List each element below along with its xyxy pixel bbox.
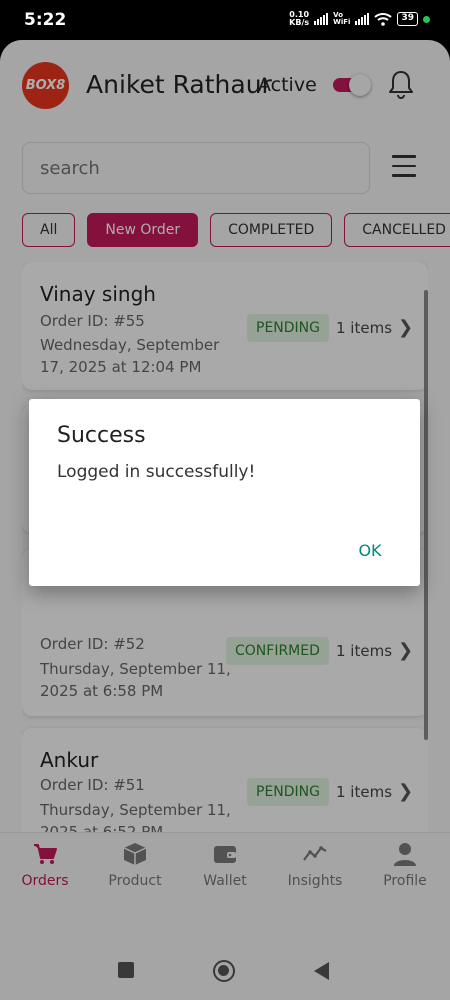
status-bar: 5:22 0.10 KB/s Vo WiFi 39: [0, 0, 450, 40]
signal-icon: [314, 13, 329, 25]
ok-button[interactable]: OK: [345, 534, 395, 566]
signal-icon-2: [355, 13, 370, 25]
volte-bottom: WiFi: [333, 18, 351, 26]
dialog-message: Logged in successfully!: [57, 462, 256, 482]
status-icons: 0.10 KB/s Vo WiFi 39: [289, 11, 430, 27]
volte-icon: Vo WiFi: [333, 12, 350, 26]
dialog-title: Success: [57, 423, 146, 448]
success-dialog: Success Logged in successfully! OK: [29, 399, 420, 586]
net-speed: 0.10 KB/s: [289, 11, 309, 27]
wifi-icon: [374, 13, 393, 26]
status-time: 5:22: [24, 10, 67, 30]
battery-icon: 39: [397, 12, 418, 26]
net-speed-unit: KB/s: [289, 18, 310, 27]
privacy-dot-icon: [423, 15, 430, 23]
